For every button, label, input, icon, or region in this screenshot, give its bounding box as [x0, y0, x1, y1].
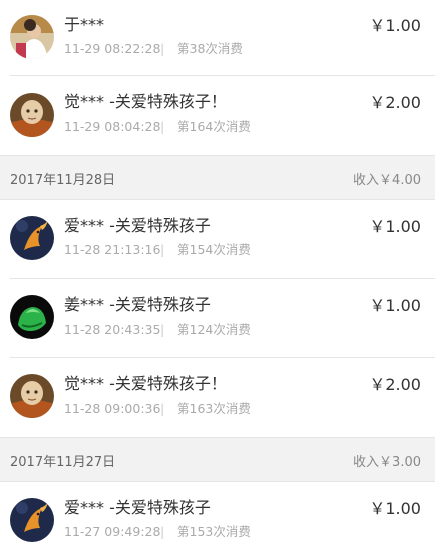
transaction-time: 11-29 08:04:28 [64, 119, 161, 134]
transaction-row[interactable]: 于*** 11-29 08:22:28| 第38次消费 ￥1.00 [0, 0, 435, 76]
user-avatar [10, 216, 54, 260]
day-date: 2017年11月27日 [10, 455, 116, 470]
day-income: 收入￥3.00 [353, 455, 421, 470]
user-avatar [10, 15, 54, 59]
transaction-time: 11-28 21:13:16 [64, 242, 161, 257]
transaction-amount: ￥2.00 [369, 375, 421, 394]
transaction-meta: 11-27 09:49:28| 第153次消费 [64, 524, 251, 540]
payer-name: 于*** [64, 15, 105, 34]
transaction-time: 11-27 09:49:28 [64, 524, 161, 539]
payer-name: 觉*** -关爱特殊孩子！ [64, 374, 227, 393]
transaction-meta: 11-29 08:04:28| 第164次消费 [64, 119, 251, 135]
day-header: 2017年11月28日 收入￥4.00 [0, 155, 435, 200]
transaction-list: 于*** 11-29 08:22:28| 第38次消费 ￥1.00 觉*** -关… [0, 0, 435, 560]
user-avatar [10, 374, 54, 418]
avatar-monk-icon [10, 93, 54, 137]
meta-separator: | [160, 242, 165, 257]
transaction-row[interactable]: 姜*** -关爱特殊孩子 11-28 20:43:35| 第124次消费 ￥1.0… [0, 279, 435, 358]
transaction-row[interactable]: 爱*** -关爱特殊孩子 11-28 21:13:16| 第154次消费 ￥1.0… [0, 200, 435, 279]
day-income: 收入￥4.00 [353, 173, 421, 188]
transaction-amount: ￥2.00 [369, 93, 421, 112]
purchase-count: 第38次消费 [177, 41, 243, 56]
purchase-count: 第154次消费 [177, 242, 251, 257]
transaction-row[interactable]: 爱*** -关爱特殊孩子 11-27 09:49:28| 第153次消费 ￥1.0… [0, 482, 435, 560]
transaction-time: 11-28 09:00:36 [64, 401, 161, 416]
avatar-fish-icon [10, 498, 54, 542]
purchase-count: 第163次消费 [177, 401, 251, 416]
purchase-count: 第164次消费 [177, 119, 251, 134]
day-date: 2017年11月28日 [10, 173, 116, 188]
purchase-count: 第153次消费 [177, 524, 251, 539]
payer-name: 爱*** -关爱特殊孩子 [64, 216, 211, 235]
user-avatar [10, 498, 54, 542]
transaction-row[interactable]: 觉*** -关爱特殊孩子！ 11-29 08:04:28| 第164次消费 ￥2.… [0, 76, 435, 155]
transaction-amount: ￥1.00 [369, 16, 421, 35]
transaction-meta: 11-28 20:43:35| 第124次消费 [64, 322, 251, 338]
meta-separator: | [160, 322, 165, 337]
avatar-jade-icon [10, 295, 54, 339]
transaction-meta: 11-29 08:22:28| 第38次消费 [64, 41, 243, 57]
meta-separator: | [160, 524, 165, 539]
meta-separator: | [160, 401, 165, 416]
avatar-fish-icon [10, 216, 54, 260]
day-header: 2017年11月27日 收入￥3.00 [0, 437, 435, 482]
transaction-amount: ￥1.00 [369, 217, 421, 236]
payer-name: 觉*** -关爱特殊孩子！ [64, 92, 227, 111]
meta-separator: | [160, 119, 165, 134]
transaction-amount: ￥1.00 [369, 499, 421, 518]
avatar-monk-icon [10, 374, 54, 418]
transaction-meta: 11-28 21:13:16| 第154次消费 [64, 242, 251, 258]
transaction-meta: 11-28 09:00:36| 第163次消费 [64, 401, 251, 417]
transaction-time: 11-29 08:22:28 [64, 41, 161, 56]
user-avatar [10, 93, 54, 137]
transaction-row[interactable]: 觉*** -关爱特殊孩子！ 11-28 09:00:36| 第163次消费 ￥2.… [0, 358, 435, 437]
purchase-count: 第124次消费 [177, 322, 251, 337]
payer-name: 爱*** -关爱特殊孩子 [64, 498, 211, 517]
avatar-photo-icon [10, 15, 54, 59]
transaction-time: 11-28 20:43:35 [64, 322, 161, 337]
payer-name: 姜*** -关爱特殊孩子 [64, 295, 211, 314]
user-avatar [10, 295, 54, 339]
transaction-amount: ￥1.00 [369, 296, 421, 315]
meta-separator: | [160, 41, 165, 56]
